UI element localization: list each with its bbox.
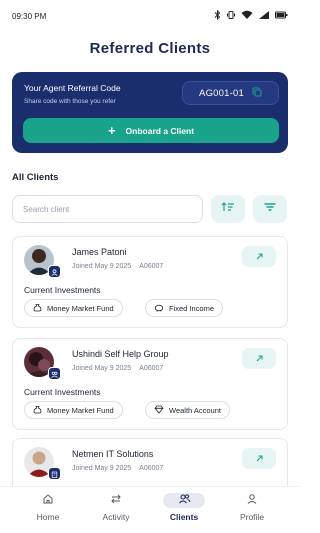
money-bag-icon [33,405,42,416]
client-type-badge [48,265,61,278]
status-time: 09:30 PM [12,11,47,21]
user-icon [246,492,258,510]
investments-heading: Current Investments [24,285,101,295]
page-title: Referred Clients [89,40,211,57]
open-client-button[interactable] [242,348,276,369]
nav-item-profile[interactable]: Profile [222,493,282,522]
battery-icon [275,7,288,25]
filter-icon [263,200,277,218]
nav-label: Activity [102,512,130,522]
nav-item-activity[interactable]: Activity [86,493,146,522]
client-code: A06007 [139,263,164,270]
referral-card: Your Agent Referral Code Share code with… [12,72,288,153]
bottom-nav: Home Activity Clients Profile [0,486,300,533]
nav-pill [163,493,205,508]
arrow-up-right-icon [255,350,264,368]
client-type-badge [48,467,61,480]
piggy-bank-icon [154,303,164,314]
client-meta: Joined May 9 2025 A06007 [72,263,163,270]
client-card[interactable]: James Patoni Joined May 9 2025 A06007 Cur… [12,236,288,328]
investment-chip: Money Market Fund [24,401,123,419]
client-code: A06007 [139,365,164,372]
search-client-input[interactable] [12,195,203,223]
nav-label: Clients [169,512,199,522]
plus-icon: + [107,123,116,138]
investments-heading: Current Investments [24,387,101,397]
client-meta: Joined May 9 2025 A06007 [72,365,163,372]
status-icons [214,7,288,25]
referral-code: AG001-01 [199,87,244,99]
vibrate-icon [226,7,236,25]
client-card[interactable]: Ushindi Self Help Group Joined May 9 202… [12,338,288,430]
nav-item-clients[interactable]: Clients [154,493,214,522]
investment-label: Fixed Income [169,303,215,313]
client-meta: Joined May 9 2025 A06007 [72,465,163,472]
home-icon [42,492,54,510]
client-joined: Joined May 9 2025 [72,465,132,472]
swap-icon [110,492,122,510]
nav-pill [27,493,69,508]
client-joined: Joined May 9 2025 [72,263,132,270]
investment-chip: Money Market Fund [24,299,123,317]
investment-label: Money Market Fund [47,303,114,313]
onboard-client-button[interactable]: + Onboard a Client [23,118,279,143]
signal-icon [258,7,270,25]
open-client-button[interactable] [242,246,276,267]
client-name: James Patoni [72,247,127,257]
arrow-up-right-icon [255,248,264,266]
client-name: Netmen IT Solutions [72,449,154,459]
nav-pill [231,493,273,508]
client-type-badge [48,367,61,380]
client-name: Ushindi Self Help Group [72,349,169,359]
money-bag-icon [33,303,42,314]
person-icon [51,263,58,281]
nav-label: Home [36,512,60,522]
status-bar: 09:30 PM [0,0,300,32]
diamond-icon [154,405,164,416]
onboard-client-label: Onboard a Client [125,125,195,136]
nav-item-home[interactable]: Home [18,493,78,522]
investment-chip: Fixed Income [145,299,224,317]
investment-label: Wealth Account [169,405,221,415]
nav-label: Profile [239,512,265,522]
open-client-button[interactable] [242,448,276,469]
copy-icon[interactable] [252,84,262,102]
users-icon [178,492,191,510]
referral-title: Your Agent Referral Code [24,83,121,93]
filter-button[interactable] [253,195,287,223]
nav-pill [95,493,137,508]
client-joined: Joined May 9 2025 [72,365,132,372]
client-code: A06007 [139,465,164,472]
investment-label: Money Market Fund [47,405,114,415]
investment-chip: Wealth Account [145,401,230,419]
referral-subtitle: Share code with those you refer [24,98,116,105]
building-icon [51,465,58,483]
group-icon [51,365,58,383]
sort-button[interactable] [211,195,245,223]
bluetooth-icon [214,7,221,25]
wifi-icon [241,7,253,25]
referral-code-box[interactable]: AG001-01 [182,81,279,105]
sort-icon [221,200,235,218]
all-clients-heading: All Clients [12,172,59,183]
arrow-up-right-icon [255,450,264,468]
